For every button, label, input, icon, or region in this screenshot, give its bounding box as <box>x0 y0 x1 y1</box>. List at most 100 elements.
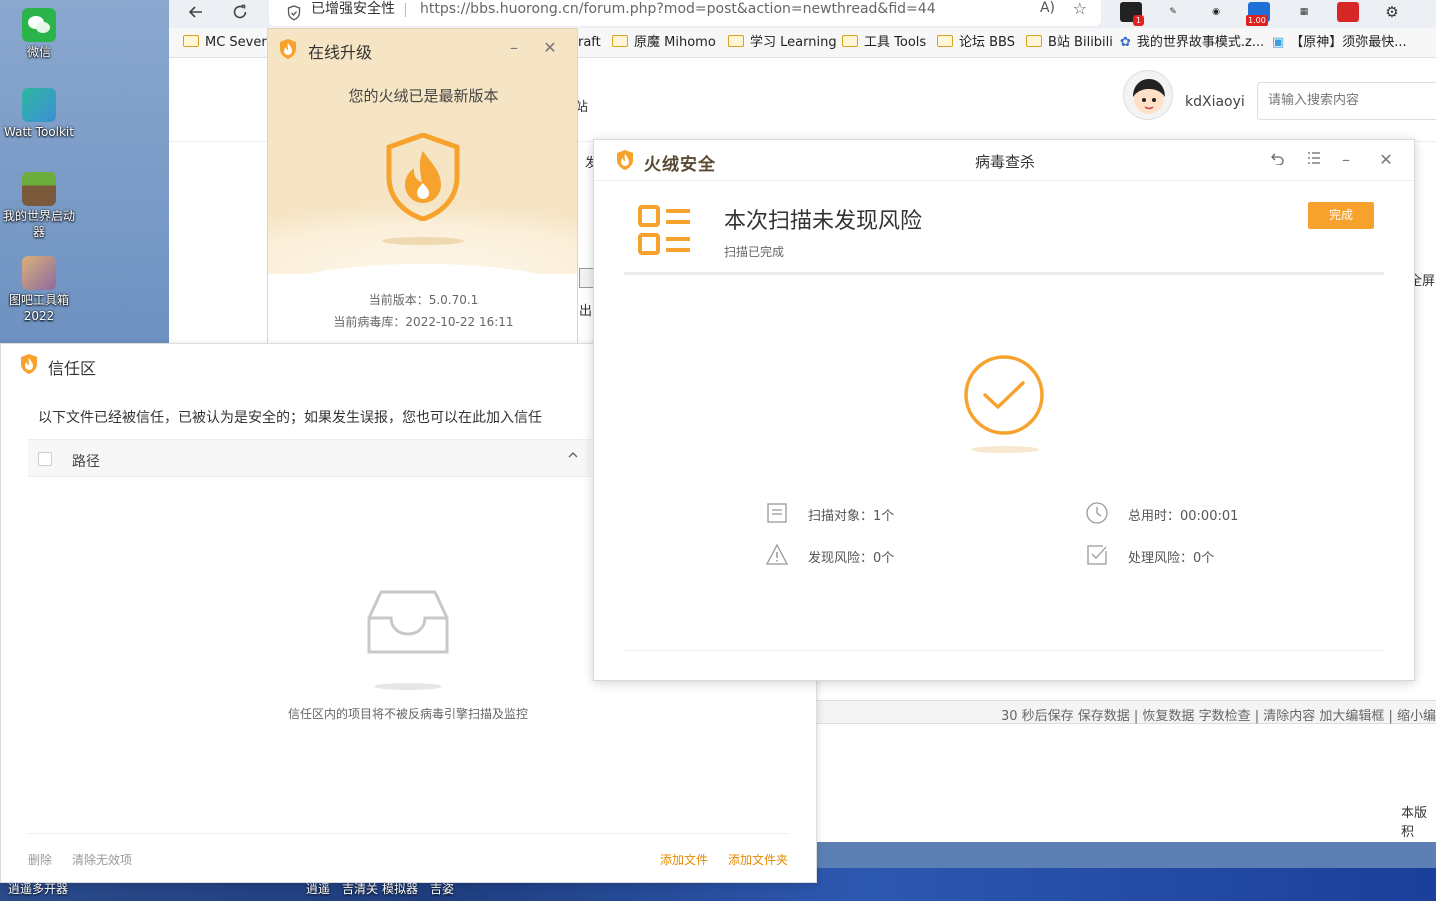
desktop-icon-tuba-toolbox[interactable]: 图吧工具箱2022 <box>0 256 78 324</box>
close-button[interactable]: ✕ <box>1376 151 1396 169</box>
clock-icon <box>1085 501 1109 525</box>
desktop-icon-wechat[interactable]: 微信 <box>0 8 78 60</box>
checkbox-checked-icon <box>1085 543 1109 567</box>
scan-result-headline: 本次扫描未发现风险 <box>724 203 922 235</box>
select-all-checkbox[interactable] <box>38 452 52 466</box>
add-folder-button[interactable]: 添加文件夹 <box>728 851 788 868</box>
done-button[interactable]: 完成 <box>1308 202 1374 229</box>
bookmark-link[interactable]: ▣ 【原神】须弥最快... <box>1272 33 1407 53</box>
check-circle-icon <box>963 354 1045 436</box>
desktop-icon-minecraft-launcher[interactable]: 我的世界启动器 <box>0 172 78 240</box>
browser-toolbar: 已增强安全性 https://bbs.huorong.cn/forum.php?… <box>169 0 1436 28</box>
bookmark-folder[interactable]: 论坛 BBS <box>937 33 1015 53</box>
refresh-icon <box>231 3 249 21</box>
editor-links[interactable]: 30 秒后保存 保存数据 | 恢复数据 字数检查 | 清除内容 加大编辑框 | … <box>1001 705 1436 724</box>
bilibili-icon: ▣ <box>1272 35 1284 50</box>
stat-total-time: 总用时：00:00:01 <box>1128 505 1238 524</box>
red-extension-icon[interactable] <box>1337 2 1359 22</box>
bookmark-label: 原魔 Mihomo <box>634 35 716 50</box>
stat-risks-found: 发现风险：0个 <box>808 547 894 566</box>
wechat-icon <box>22 8 56 42</box>
folder-icon <box>728 35 744 47</box>
refresh-button[interactable] <box>225 0 255 28</box>
shield-icon <box>287 5 301 21</box>
bookmark-label: raft <box>578 35 601 50</box>
minimize-button[interactable]: – <box>1336 151 1356 169</box>
add-file-button[interactable]: 添加文件 <box>660 851 708 868</box>
bookmark-label: 【原神】须弥最快... <box>1290 35 1406 50</box>
folder-icon <box>842 35 858 47</box>
bookmark-folder[interactable]: 原魔 Mihomo <box>612 33 716 53</box>
clear-invalid-button[interactable]: 清除无效项 <box>72 851 132 868</box>
trust-description: 以下文件已经被信任，已被认为是安全的；如果发生误报，您也可以在此加入信任 <box>38 407 542 427</box>
undo-icon[interactable] <box>1268 151 1288 169</box>
huorong-logo-icon <box>21 354 37 374</box>
chevron-up-icon[interactable] <box>567 449 579 464</box>
address-bar[interactable]: 已增强安全性 https://bbs.huorong.cn/forum.php?… <box>269 0 1101 26</box>
bookmark-label: 学习 Learning <box>750 35 837 50</box>
back-button[interactable] <box>181 0 211 28</box>
bookmark-folder[interactable]: B站 Bilibili <box>1026 33 1113 53</box>
bookmark-folder[interactable]: MC Sever <box>183 33 267 53</box>
huorong-logo-icon <box>280 39 296 59</box>
username[interactable]: kdXiaoyi <box>1185 94 1245 110</box>
url-text[interactable]: https://bbs.huorong.cn/forum.php?mod=pos… <box>420 0 936 18</box>
folder-icon <box>183 35 199 47</box>
read-aloud-icon[interactable]: A) <box>1040 0 1055 16</box>
search-input[interactable]: 请输入搜索内容 <box>1257 82 1436 120</box>
extension-badge: 1.00 <box>1246 15 1268 26</box>
minimize-button[interactable]: – <box>504 39 524 57</box>
progress-track <box>624 272 1384 275</box>
window-title: 在线升级 <box>308 39 372 63</box>
report-list-icon <box>638 205 692 257</box>
toolbox-icon <box>22 256 56 290</box>
desktop-icon-label: 我的世界启动器 <box>3 209 75 239</box>
text-fragment: 出 <box>579 300 592 319</box>
mask-extension-icon[interactable]: ◉ <box>1205 2 1227 22</box>
extension-icon[interactable]: 1 <box>1120 2 1142 22</box>
divider <box>28 833 788 834</box>
bookmark-folder[interactable]: 学习 Learning <box>728 33 837 53</box>
add-favorite-icon[interactable]: ☆ <box>1073 0 1087 18</box>
desktop-icon-label: 微信 <box>27 45 51 59</box>
icon-shadow <box>382 237 464 245</box>
puzzle-icon[interactable]: ⚙ <box>1381 2 1403 22</box>
icon-shadow <box>971 446 1039 453</box>
translate-extension-icon[interactable]: ✎ <box>1162 2 1184 22</box>
close-button[interactable]: ✕ <box>540 39 560 57</box>
bookmark-folder[interactable]: 工具 Tools <box>842 33 926 53</box>
bookmark-label: 论坛 BBS <box>959 35 1015 50</box>
speed-extension-icon[interactable]: 1.00 <box>1248 2 1270 22</box>
desktop-icon-watt-toolkit[interactable]: Watt Toolkit <box>0 88 78 140</box>
table-header: 路径 <box>28 439 591 477</box>
watt-toolkit-icon <box>22 88 56 122</box>
divider <box>594 180 1414 181</box>
bookmark-folder[interactable]: raft <box>578 33 601 53</box>
warning-icon <box>765 543 789 567</box>
icon-shadow <box>374 683 442 690</box>
bookmark-label: B站 Bilibili <box>1048 35 1113 50</box>
copyright-text: 本版积 <box>1401 802 1436 840</box>
menu-icon[interactable] <box>1304 151 1324 169</box>
folder-icon <box>1026 35 1042 47</box>
window-title: 信任区 <box>48 355 96 379</box>
folder-icon <box>937 35 953 47</box>
folder-icon <box>612 35 628 47</box>
empty-state-text: 信任区内的项目将不被反病毒引擎扫描及监控 <box>1 705 815 722</box>
avatar[interactable] <box>1123 70 1173 120</box>
divider <box>405 3 406 17</box>
virus-scan-window: 火绒安全 病毒查杀 – ✕ 本次扫描未发现风险 扫描已完成 完成 扫描对象：1个… <box>593 139 1415 681</box>
upgrade-window: 在线升级 – ✕ 您的火绒已是最新版本 当前版本：5.0.70.1 当前病毒库：… <box>267 28 578 346</box>
security-label[interactable]: 已增强安全性 <box>311 0 395 18</box>
huorong-shield-icon <box>385 133 461 221</box>
stat-risks-handled: 处理风险：0个 <box>1128 547 1214 566</box>
virus-db-version: 当前病毒库：2022-10-22 16:11 <box>268 313 578 330</box>
qr-extension-icon[interactable]: ▦ <box>1293 2 1315 22</box>
delete-button[interactable]: 删除 <box>28 851 52 868</box>
divider <box>624 650 1384 651</box>
editor-status-bar: 30 秒后保存 保存数据 | 恢复数据 字数检查 | 清除内容 加大编辑框 | … <box>814 700 1436 724</box>
bookmark-link[interactable]: ✿我的世界故事模式.z... <box>1120 33 1264 53</box>
empty-inbox-icon <box>367 590 449 654</box>
stat-scan-targets: 扫描对象：1个 <box>808 505 894 524</box>
column-header-path[interactable]: 路径 <box>72 451 100 471</box>
